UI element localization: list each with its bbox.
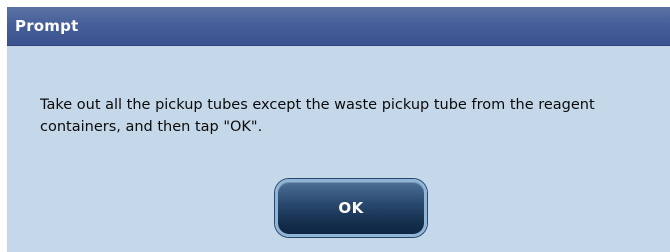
- prompt-dialog: Prompt Take out all the pickup tubes exc…: [7, 7, 670, 252]
- dialog-title-bar: Prompt: [7, 7, 670, 46]
- dialog-message: Take out all the pickup tubes except the…: [40, 97, 595, 135]
- ok-button[interactable]: OK: [275, 179, 427, 237]
- dialog-title: Prompt: [15, 17, 79, 35]
- ok-button-label: OK: [338, 199, 364, 217]
